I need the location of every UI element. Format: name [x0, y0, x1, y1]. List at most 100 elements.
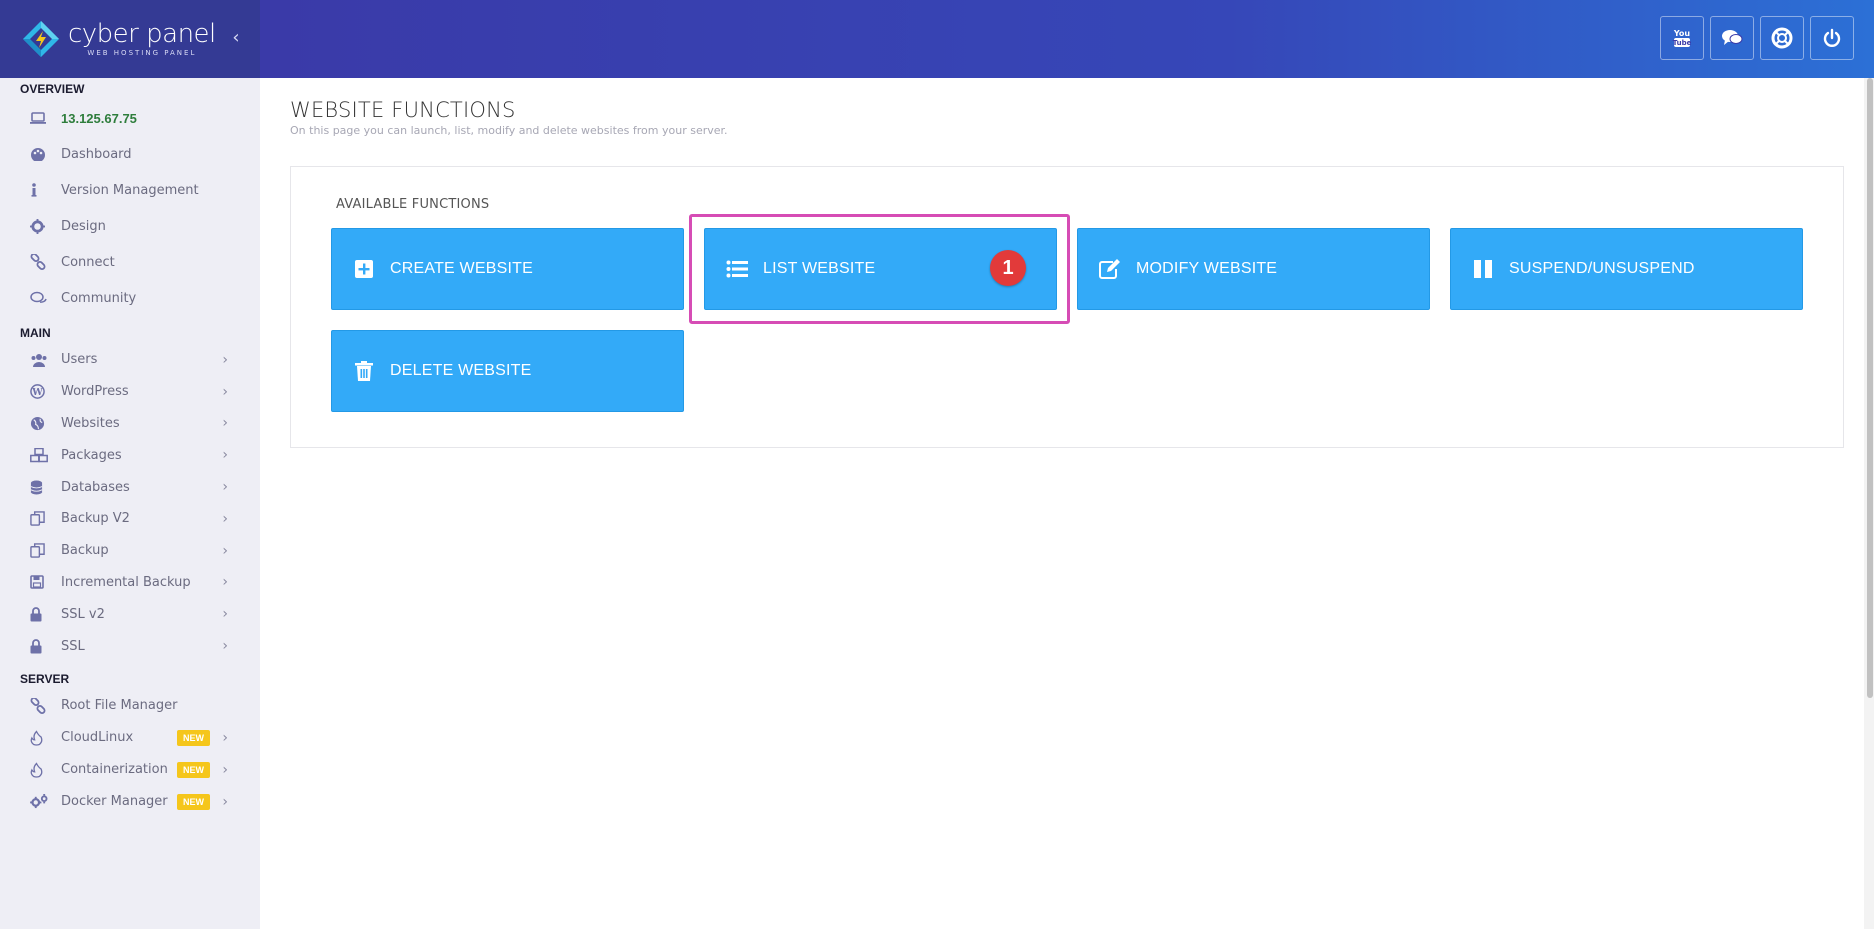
sidebar-collapse-button[interactable]: ‹	[226, 28, 246, 48]
sidebar-item-label: Containerization	[61, 762, 168, 778]
chevron-right-icon: ›	[222, 729, 228, 746]
top-bar: You Tube	[260, 0, 1874, 78]
chevron-right-icon: ›	[222, 510, 228, 527]
plus-square-icon	[352, 257, 376, 281]
page-title: WEBSITE FUNCTIONS	[290, 98, 516, 122]
chevron-right-icon: ›	[222, 638, 228, 655]
sidebar-item-ssl-v2[interactable]: SSL v2 ›	[0, 598, 260, 630]
youtube-icon: YouTube	[1673, 29, 1692, 47]
laptop-icon	[30, 109, 52, 127]
cubes-icon	[30, 446, 52, 464]
chevron-right-icon: ›	[222, 415, 228, 432]
sidebar-item-cloudlinux[interactable]: CloudLinux NEW ›	[0, 722, 260, 754]
sidebar-item-backup-v2[interactable]: Backup V2 ›	[0, 503, 260, 535]
sidebar-item-label: Root File Manager	[61, 698, 178, 714]
users-icon	[30, 351, 52, 369]
sidebar-item-version-management[interactable]: Version Management	[0, 172, 260, 208]
section-title-overview: OVERVIEW	[20, 82, 85, 96]
sidebar-item-containerization[interactable]: Containerization NEW ›	[0, 754, 260, 786]
sidebar-item-label: Connect	[61, 254, 115, 270]
sidebar-item-label: WordPress	[61, 384, 129, 400]
edit-icon	[1098, 257, 1122, 281]
svg-text:W: W	[31, 387, 43, 398]
support-button[interactable]	[1760, 16, 1804, 60]
chevron-right-icon: ›	[222, 761, 228, 778]
sidebar-item-packages[interactable]: Packages ›	[0, 439, 260, 471]
logo-brand: cyber panel	[68, 19, 216, 49]
sidebar-item-root-file-manager[interactable]: Root File Manager	[0, 690, 260, 722]
scrollbar-thumb[interactable]	[1867, 78, 1873, 698]
globe-icon	[30, 414, 52, 432]
fire-icon	[30, 729, 52, 747]
sidebar-item-label: Community	[61, 290, 137, 306]
database-icon	[30, 478, 52, 496]
svg-text:Tube: Tube	[1673, 39, 1692, 47]
sidebar-item-backup[interactable]: Backup ›	[0, 535, 260, 567]
modify-website-label: MODIFY WEBSITE	[1136, 260, 1278, 277]
link-icon	[30, 253, 52, 271]
section-title-server: SERVER	[20, 671, 70, 686]
sidebar-nav: OVERVIEW 13.125.67.75 Dashboard Version Man…	[0, 78, 260, 818]
sidebar-item-design[interactable]: Design	[0, 208, 260, 244]
save-icon	[30, 573, 52, 591]
sidebar-item-label: Databases	[61, 479, 130, 495]
sidebar-item-label: Backup V2	[61, 511, 130, 527]
suspend-unsuspend-label: SUSPEND/UNSUSPEND	[1509, 260, 1695, 277]
sidebar-item-label: Version Management	[61, 182, 199, 198]
comments-icon	[1722, 30, 1743, 45]
life-ring-icon	[1771, 27, 1793, 49]
chevron-right-icon: ›	[222, 606, 228, 623]
gears-icon	[30, 793, 52, 811]
sidebar-item-docker-manager[interactable]: Docker Manager NEW ›	[0, 786, 260, 818]
new-badge: NEW	[177, 729, 210, 746]
lock-icon	[30, 637, 52, 655]
delete-website-button[interactable]: DELETE WEBSITE	[331, 330, 684, 412]
step-badge: 1	[990, 250, 1026, 286]
cyberpanel-logo-icon	[22, 20, 60, 58]
modify-website-button[interactable]: MODIFY WEBSITE	[1077, 228, 1430, 310]
info-icon	[30, 181, 52, 199]
copy-icon	[30, 542, 52, 560]
logo-bar: cyber panel WEB HOSTING PANEL ‹	[0, 0, 260, 78]
fire-icon	[30, 761, 52, 779]
create-website-label: CREATE WEBSITE	[390, 260, 533, 277]
sidebar-item-incremental-backup[interactable]: Incremental Backup ›	[0, 567, 260, 599]
sidebar-item-websites[interactable]: Websites ›	[0, 408, 260, 440]
lock-icon	[30, 605, 52, 623]
comments-icon	[30, 289, 52, 307]
new-badge: NEW	[177, 761, 210, 778]
logout-button[interactable]	[1810, 16, 1854, 60]
chat-button[interactable]	[1710, 16, 1754, 60]
suspend-unsuspend-button[interactable]: SUSPEND/UNSUSPEND	[1450, 228, 1803, 310]
chevron-right-icon: ›	[222, 479, 228, 496]
chevron-right-icon: ›	[222, 542, 228, 559]
chevron-right-icon: ›	[222, 447, 228, 464]
create-website-button[interactable]: CREATE WEBSITE	[331, 228, 684, 310]
power-icon	[1823, 28, 1841, 47]
sidebar-item-label: Websites	[61, 415, 120, 431]
sidebar-item-wordpress[interactable]: W WordPress ›	[0, 376, 260, 408]
page-subtitle: On this page you can launch, list, modif…	[290, 124, 728, 137]
sidebar-item-databases[interactable]: Databases ›	[0, 471, 260, 503]
chevron-right-icon: ›	[222, 383, 228, 400]
sidebar-item-community[interactable]: Community	[0, 280, 260, 316]
sidebar-item-users[interactable]: Users ›	[0, 344, 260, 376]
sidebar: cyber panel WEB HOSTING PANEL ‹ OVERVIEW…	[0, 0, 260, 929]
sidebar-item-label: 13.125.67.75	[61, 110, 137, 126]
youtube-button[interactable]: You Tube	[1660, 16, 1704, 60]
scrollbar[interactable]	[1864, 78, 1874, 929]
sidebar-item-label: Design	[61, 218, 106, 234]
sidebar-item-connect[interactable]: Connect	[0, 244, 260, 280]
palette-icon	[30, 145, 52, 163]
sidebar-item-13-125-67-75[interactable]: 13.125.67.75	[0, 100, 260, 136]
svg-text:You: You	[1673, 29, 1691, 38]
pause-icon	[1471, 257, 1495, 281]
sidebar-item-ssl[interactable]: SSL ›	[0, 630, 260, 662]
wordpress-icon: W	[30, 383, 52, 401]
sidebar-item-dashboard[interactable]: Dashboard	[0, 136, 260, 172]
panel-title: AVAILABLE FUNCTIONS	[336, 197, 490, 212]
new-badge: NEW	[177, 793, 210, 810]
sidebar-item-label: CloudLinux	[61, 730, 134, 746]
sidebar-item-label: Docker Manager	[61, 794, 168, 810]
sidebar-item-label: SSL	[61, 638, 85, 654]
